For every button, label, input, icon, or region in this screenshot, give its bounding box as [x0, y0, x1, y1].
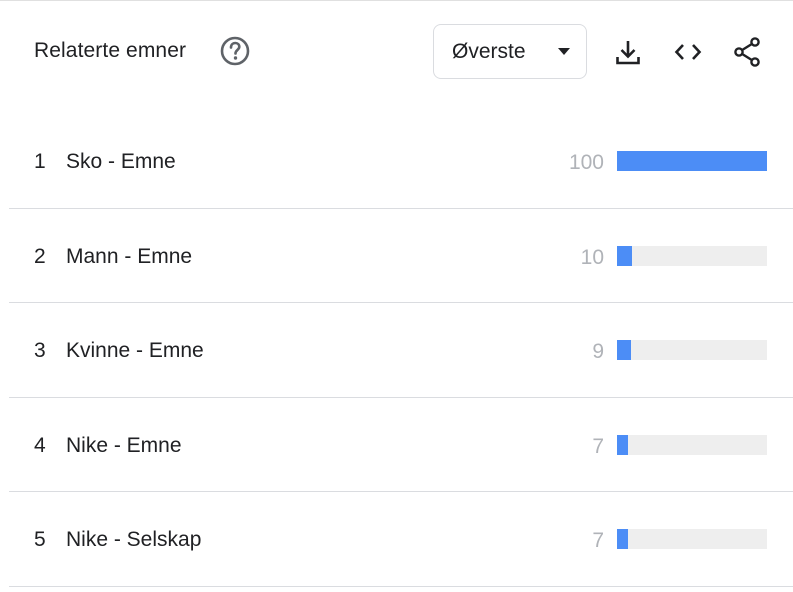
item-value: 9: [592, 340, 604, 363]
list-item[interactable]: 5 Nike - Selskap 7: [0, 492, 793, 587]
item-bar-fill: [617, 340, 631, 360]
item-rank: 5: [34, 528, 46, 551]
share-icon[interactable]: [733, 37, 763, 67]
item-label[interactable]: Sko - Emne: [66, 149, 176, 175]
row-divider: [9, 585, 793, 587]
item-bar-fill: [617, 434, 628, 455]
help-circle-icon[interactable]: [219, 35, 251, 67]
item-value: 7: [592, 529, 604, 552]
item-bar-track: [617, 340, 767, 360]
embed-code-icon[interactable]: [673, 37, 703, 67]
item-label[interactable]: Kvinne - Emne: [66, 338, 204, 364]
item-label[interactable]: Nike - Selskap: [66, 527, 201, 553]
item-rank: 3: [34, 339, 46, 362]
list-item[interactable]: 1 Sko - Emne 100: [0, 114, 793, 209]
item-value: 100: [568, 151, 604, 174]
item-bar-fill: [617, 529, 628, 549]
download-icon[interactable]: [613, 37, 643, 67]
item-bar-track: [617, 245, 767, 266]
item-bar-fill: [617, 245, 632, 266]
item-rank: 2: [34, 244, 46, 268]
item-bar-track: [617, 434, 767, 455]
related-topics-card: Relaterte emner Øverste 1 Sko - Emne 100…: [0, 0, 793, 592]
item-label[interactable]: Mann - Emne: [66, 244, 192, 270]
sort-dropdown-value: Øverste: [452, 40, 526, 63]
item-value: 7: [592, 434, 604, 458]
item-label[interactable]: Nike - Emne: [66, 433, 182, 459]
item-bar-track: [617, 529, 767, 549]
item-bar-fill: [617, 151, 767, 171]
caret-down-icon: [558, 48, 570, 55]
item-value: 10: [580, 245, 604, 269]
list-item[interactable]: 4 Nike - Emne 7: [0, 398, 793, 492]
sort-dropdown[interactable]: Øverste: [433, 24, 587, 79]
card-title: Relaterte emner: [34, 39, 187, 62]
item-rank: 4: [34, 433, 46, 457]
list-item[interactable]: 2 Mann - Emne 10: [0, 209, 793, 303]
list-item[interactable]: 3 Kvinne - Emne 9: [0, 303, 793, 398]
item-rank: 1: [34, 150, 46, 173]
card-header: Relaterte emner Øverste: [0, 1, 793, 101]
item-bar-track: [617, 151, 767, 171]
related-topics-list: 1 Sko - Emne 100 2 Mann - Emne 10 3 Kvin…: [0, 114, 793, 587]
